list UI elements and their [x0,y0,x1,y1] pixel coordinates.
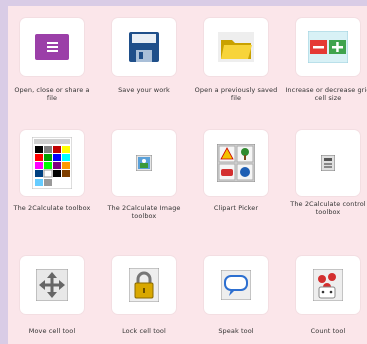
tool-caption: Count tool [310,327,346,335]
tool-tile-save[interactable] [112,18,176,76]
menu-icon [35,32,69,62]
tool-tile-control-toolbox[interactable] [296,130,360,196]
tool-tile-speak[interactable] [204,256,268,314]
tool-caption: Open a previously saved file [194,86,278,102]
tool-caption: Lock cell tool [122,327,166,335]
tool-caption: The 2Calculate Image toolbox [107,204,181,220]
tool-caption: Speak tool [218,327,254,335]
save-icon [128,31,160,63]
tool-caption: Move cell tool [28,327,76,335]
clipart-icon [217,144,255,182]
count-dice-icon [313,269,343,301]
image-toolbox-icon [136,155,152,171]
lock-icon [129,268,159,302]
tool-caption: The 2Calculate toolbox [13,204,91,212]
tool-tile-count[interactable] [296,256,360,314]
color-palette-icon [32,137,72,189]
control-toolbox-icon [321,155,335,171]
tool-caption: Increase or decrease grid cell size [285,86,367,102]
tool-tile-image-toolbox[interactable] [112,130,176,196]
tool-tile-toolbox[interactable] [20,130,84,196]
tool-tile-open-folder[interactable] [204,18,268,76]
tool-caption: Clipart Picker [213,204,259,212]
tool-caption: Open, close or share a file [14,86,90,102]
move-arrows-icon [36,269,68,301]
tool-tile-clipart[interactable] [204,130,268,196]
tool-caption: The 2Calculate control toolbox [290,200,366,216]
folder-icon [218,32,254,62]
tool-caption: Save your work [118,86,170,94]
zoom-cell-size-icon [308,31,348,63]
tool-tile-cell-size[interactable] [296,18,360,76]
tool-tile-move-cell[interactable] [20,256,84,314]
speech-bubble-icon [221,270,251,300]
tool-tile-file-menu[interactable] [20,18,84,76]
tool-tile-lock-cell[interactable] [112,256,176,314]
